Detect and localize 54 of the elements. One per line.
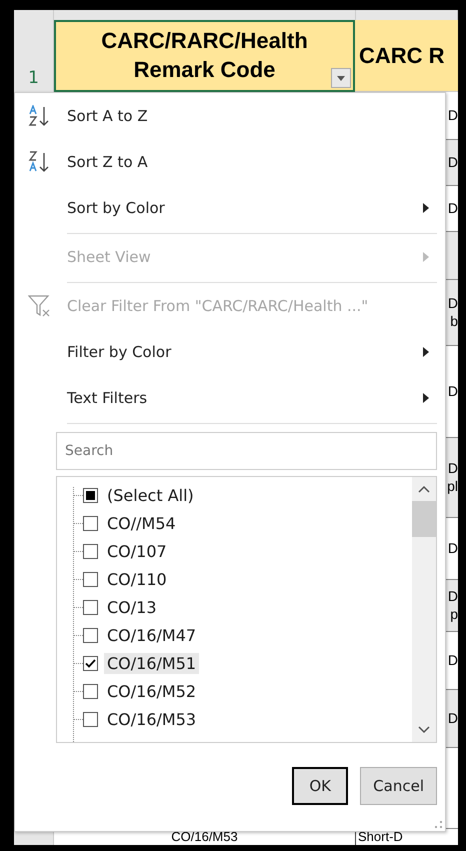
cell-text: pl xyxy=(447,478,458,495)
menu-item[interactable]: Filter by Color xyxy=(15,329,445,375)
cell-text: D xyxy=(448,460,458,478)
row-number: 1 xyxy=(14,20,54,92)
submenu-arrow-icon xyxy=(423,252,429,262)
menu-item[interactable]: Sort Z to A xyxy=(15,139,445,185)
value-item[interactable]: CO/13 xyxy=(104,596,160,618)
cell-text: D xyxy=(448,540,458,558)
value-item[interactable]: CO/16/M52 xyxy=(104,680,200,702)
menu-item[interactable]: Sort by Color xyxy=(15,185,445,231)
checkbox[interactable] xyxy=(83,572,98,586)
ok-button[interactable]: OK xyxy=(292,767,348,805)
caret-icon xyxy=(337,76,345,80)
checkbox[interactable] xyxy=(83,684,98,698)
value-item[interactable]: CO/107 xyxy=(104,540,170,562)
table-cell-text: CO/16/M53 xyxy=(170,829,239,845)
cell-text: D xyxy=(448,588,458,606)
submenu-arrow-icon xyxy=(423,347,429,357)
checkbox[interactable] xyxy=(83,600,98,614)
checkbox[interactable] xyxy=(83,628,98,642)
checkbox[interactable] xyxy=(83,516,98,530)
cell-text: D xyxy=(448,106,458,124)
submenu-arrow-icon xyxy=(423,203,429,213)
scroll-up-icon[interactable] xyxy=(418,485,430,493)
value-item[interactable]: CO//M54 xyxy=(104,512,179,534)
cell-text: D xyxy=(448,295,458,312)
header-cell: CARC R xyxy=(355,20,458,92)
checkbox[interactable] xyxy=(83,712,98,726)
cancel-button[interactable]: Cancel xyxy=(360,767,437,805)
cell-text: p xyxy=(450,606,458,623)
resize-grip-icon[interactable] xyxy=(435,821,443,829)
cell-text: b xyxy=(450,312,458,330)
value-item[interactable]: CO/16/M47 xyxy=(104,624,200,646)
scrollbar[interactable] xyxy=(412,477,436,742)
submenu-arrow-icon xyxy=(423,393,429,403)
cell-text: D xyxy=(448,382,458,400)
value-item[interactable]: (Select All) xyxy=(104,484,197,506)
search-field[interactable]: Search xyxy=(56,432,437,470)
filter-dropdown-button[interactable] xyxy=(331,68,351,88)
value-item[interactable]: CO/110 xyxy=(104,568,170,590)
checkbox[interactable] xyxy=(83,488,98,502)
scroll-thumb[interactable] xyxy=(412,501,436,537)
header-cell: CARC/RARC/Health Remark Code xyxy=(54,20,355,92)
value-item[interactable]: CO/16/M53 xyxy=(104,708,200,730)
menu-item[interactable]: Sort A to Z xyxy=(15,93,445,139)
cell-text: D xyxy=(448,710,458,728)
checkbox[interactable] xyxy=(83,544,98,558)
value-item[interactable]: CO/16/M51 xyxy=(104,652,200,674)
scroll-down-icon[interactable] xyxy=(418,726,430,734)
menu-item[interactable]: Text Filters xyxy=(15,375,445,421)
checkbox[interactable] xyxy=(83,656,98,670)
cell-text: D xyxy=(448,652,458,670)
cell-text: D xyxy=(448,154,458,172)
cell-text: D xyxy=(448,200,458,218)
